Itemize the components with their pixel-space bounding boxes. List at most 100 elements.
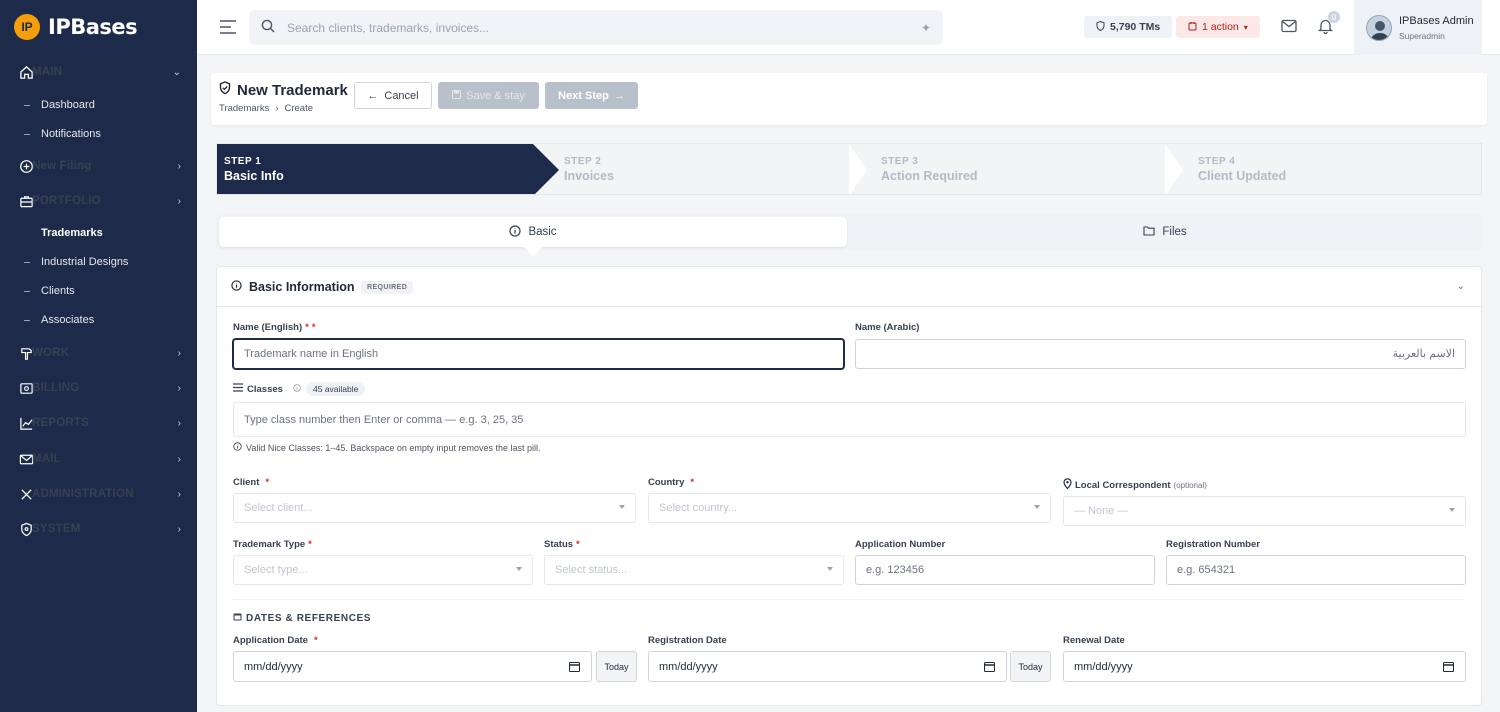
tms-count-badge[interactable]: 5,790 TMs <box>1084 16 1173 38</box>
stepper: STEP 1 Basic Info STEP 2 Invoices STEP 3… <box>216 143 1482 195</box>
classes-input[interactable] <box>244 413 1465 426</box>
name-arabic-input[interactable] <box>866 348 1455 360</box>
sidebar-section-administration[interactable]: ADMINISTRATION › <box>0 477 197 511</box>
country-label: Country * <box>648 477 695 488</box>
calendar-icon[interactable] <box>568 661 581 675</box>
caret-down-icon <box>619 505 625 509</box>
registration-date-today-button[interactable]: Today <box>1010 651 1051 682</box>
notification-count-badge: 0 <box>1328 11 1340 23</box>
classes-available-badge: 45 available <box>306 382 366 396</box>
sidebar-item-trademarks[interactable]: Trademarks <box>0 219 197 247</box>
user-name: IPBases Admin <box>1399 15 1474 27</box>
form-tabs: Basic Files <box>216 214 1482 250</box>
registration-date-input[interactable]: mm/dd/yyyy <box>648 651 1007 682</box>
name-arabic-field[interactable] <box>855 339 1466 369</box>
caret-down-icon <box>1034 505 1040 509</box>
sidebar-section-portfolio[interactable]: PORTFOLIO › <box>0 184 197 218</box>
sidebar-item-clients[interactable]: Clients <box>0 277 197 305</box>
application-number-input[interactable] <box>866 564 1154 576</box>
breadcrumb: Trademarks › Create <box>219 103 313 114</box>
menu-toggle-icon[interactable] <box>219 19 237 35</box>
sidebar-section-reports[interactable]: REPORTS › <box>0 406 197 440</box>
sidebar-item-associates[interactable]: Associates <box>0 306 197 334</box>
sidebar-item-dashboard[interactable]: Dashboard <box>0 91 197 119</box>
page-title: New Trademark <box>219 81 348 99</box>
step-client-updated[interactable]: STEP 4 Client Updated <box>1192 144 1481 194</box>
country-select[interactable]: Select country... <box>648 493 1051 523</box>
caret-down-icon <box>516 567 522 571</box>
sidebar-section-billing[interactable]: BILLING › <box>0 371 197 405</box>
client-select[interactable]: Select client... <box>233 493 636 523</box>
dates-references-heading: DATES & REFERENCES <box>233 612 371 624</box>
section-header[interactable]: Basic Information REQUIRED ⌄ <box>217 267 1481 307</box>
calendar-icon <box>233 612 242 624</box>
renewal-date-input[interactable]: mm/dd/yyyy <box>1063 651 1466 682</box>
application-date-input[interactable]: mm/dd/yyyy <box>233 651 592 682</box>
folder-icon <box>1143 225 1155 239</box>
info-icon[interactable] <box>293 383 301 395</box>
save-stay-button[interactable]: Save & stay <box>438 82 539 109</box>
chevron-right-icon: › <box>177 488 181 500</box>
topbar: ✦ 5,790 TMs 1 action ▾ 0 IPBases Admin S… <box>197 0 1500 55</box>
section-title: Basic Information <box>231 280 355 294</box>
brand[interactable]: IP IPBases <box>0 0 197 54</box>
registration-number-input[interactable] <box>1177 564 1465 576</box>
sidebar-item-new-filing[interactable]: New Filing › <box>0 149 197 183</box>
search-bar[interactable]: ✦ <box>249 10 943 45</box>
registration-number-field[interactable] <box>1166 555 1466 585</box>
tab-basic[interactable]: Basic <box>219 217 847 247</box>
chevron-right-icon: › <box>177 160 181 172</box>
cancel-button[interactable]: ← Cancel <box>354 82 432 109</box>
list-icon <box>233 383 243 395</box>
sparkle-icon[interactable]: ✦ <box>921 21 931 35</box>
status-label: Status * <box>544 539 580 550</box>
page-header: New Trademark Trademarks › Create ← Canc… <box>211 73 1487 125</box>
sidebar-section-mail[interactable]: MAIL › <box>0 442 197 476</box>
name-english-input[interactable] <box>244 348 843 360</box>
alert-icon <box>1188 21 1197 34</box>
action-required-dropdown[interactable]: 1 action ▾ <box>1176 16 1260 38</box>
application-date-today-button[interactable]: Today <box>596 651 637 682</box>
calendar-icon[interactable] <box>983 661 996 675</box>
section-divider <box>233 599 1465 600</box>
sidebar-item-industrial-designs[interactable]: Industrial Designs <box>0 248 197 276</box>
required-badge: REQUIRED <box>361 281 414 294</box>
sidebar-section-work[interactable]: WORK › <box>0 336 197 370</box>
local-correspondent-label: Local Correspondent (optional) <box>1063 478 1207 492</box>
next-step-button[interactable]: Next Step → <box>545 82 638 109</box>
search-icon <box>261 19 275 36</box>
name-english-field[interactable] <box>233 339 844 369</box>
local-correspondent-select[interactable]: — None — <box>1063 496 1466 526</box>
classes-field[interactable] <box>233 402 1466 437</box>
sidebar-section-main[interactable]: MAIN ⌄ <box>0 55 197 89</box>
tab-pointer <box>524 247 542 256</box>
chevron-right-icon: › <box>177 523 181 535</box>
search-input[interactable] <box>287 20 887 35</box>
chevron-right-icon: › <box>177 195 181 207</box>
step-action-required[interactable]: STEP 3 Action Required <box>875 144 1165 194</box>
step-invoices[interactable]: STEP 2 Invoices <box>558 144 848 194</box>
application-number-field[interactable] <box>855 555 1155 585</box>
breadcrumb-item-trademarks[interactable]: Trademarks <box>219 103 269 114</box>
mail-icon[interactable] <box>1281 19 1297 36</box>
info-icon <box>233 442 242 453</box>
trademark-type-label: Trademark Type * <box>233 539 312 550</box>
status-select[interactable]: Select status... <box>544 555 844 585</box>
client-label: Client * <box>233 477 270 488</box>
save-icon <box>452 89 462 102</box>
chevron-right-icon: › <box>177 453 181 465</box>
tab-files[interactable]: Files <box>852 217 1478 247</box>
step-basic-info[interactable]: STEP 1 Basic Info <box>217 144 533 194</box>
sidebar-item-notifications[interactable]: Notifications <box>0 120 197 148</box>
trademark-type-select[interactable]: Select type... <box>233 555 533 585</box>
application-number-label: Application Number <box>855 539 946 550</box>
calendar-icon[interactable] <box>1442 661 1455 675</box>
sidebar-section-system[interactable]: SYSTEM › <box>0 512 197 546</box>
chevron-right-icon: › <box>177 347 181 359</box>
chevron-down-icon: ⌄ <box>172 66 181 78</box>
chevron-down-icon: ▾ <box>1243 22 1248 32</box>
name-english-label: Name (English) * * <box>233 322 316 333</box>
chevron-down-icon[interactable]: ⌄ <box>1457 281 1465 292</box>
basic-information-card: Basic Information REQUIRED ⌄ Name (Engli… <box>216 266 1482 706</box>
user-menu[interactable]: IPBases Admin Superadmin <box>1354 0 1482 55</box>
